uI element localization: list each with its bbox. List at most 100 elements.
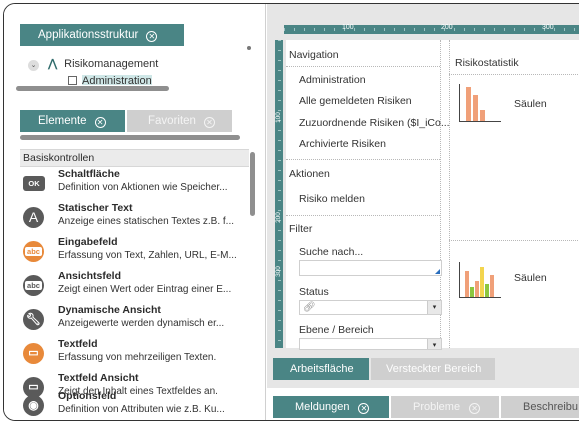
list-item-ansichtsfeld[interactable]: abc Ansichtsfeld Zeigt einen Wert oder E… — [20, 270, 249, 304]
list-item-statischer-text[interactable]: A Statischer Text Anzeige eines statisch… — [20, 202, 249, 236]
ruler-mark: 300 — [542, 24, 554, 31]
wrench-icon: 🔧︎ — [23, 309, 44, 330]
list-item-schaltflaeche[interactable]: OK Schaltfläche Definition von Aktionen … — [20, 168, 249, 202]
bar-chart-icon[interactable] — [459, 262, 501, 298]
app-window: Applikationsstruktur ✕ ⌄ ⋀ Risikomanageme… — [3, 3, 579, 421]
tree-item-label: Administration — [82, 75, 152, 85]
list-header: Basiskontrollen — [20, 149, 249, 167]
vertical-scrollbar[interactable] — [250, 152, 255, 216]
link-icon: 🔗︎ — [303, 302, 316, 313]
level-label: Ebene / Bereich — [299, 324, 374, 336]
item-description: Anzeigewerte werden dynamisch er... — [58, 318, 225, 329]
navigation-label: Navigation — [289, 49, 339, 61]
tab-label: Probleme — [413, 401, 461, 413]
item-title: Statischer Text — [58, 202, 133, 214]
ok-button-icon: OK — [23, 176, 45, 191]
ruler-mark: 100 — [342, 24, 354, 31]
item-description: Zeigt einen Wert oder Eintrag einer E... — [58, 284, 232, 295]
nav-link-archivierte-risiken[interactable]: Archivierte Risiken — [299, 138, 386, 150]
tab-elemente[interactable]: Elemente ✕ — [20, 110, 125, 132]
ruler-mark: 300 — [274, 266, 282, 277]
tab-applikationsstruktur[interactable]: Applikationsstruktur ✕ — [20, 24, 184, 46]
horizontal-scrollbar[interactable] — [16, 86, 169, 91]
tab-arbeitsflaeche[interactable]: Arbeitsfläche — [273, 358, 369, 380]
static-text-icon: A — [23, 207, 44, 228]
work-canvas[interactable]: Navigation Administration Alle gemeldete… — [286, 40, 579, 350]
input-field-icon: abc — [23, 241, 44, 262]
divider — [20, 135, 240, 140]
ruler-mark: 100 — [274, 112, 282, 123]
ruler-mark: 200 — [441, 24, 453, 31]
tab-label: Applikationsstruktur — [38, 29, 139, 41]
tab-label: Arbeitsfläche — [290, 363, 354, 375]
status-label: Status — [299, 286, 329, 298]
filter-label: Filter — [289, 223, 313, 235]
close-icon[interactable]: ✕ — [203, 117, 215, 128]
ruler-mark: 200 — [274, 212, 282, 223]
close-icon[interactable]: ✕ — [146, 31, 158, 42]
list-item-optionsfeld[interactable]: ◉ Optionsfeld Definition von Attributen … — [20, 390, 249, 420]
action-risiko-melden[interactable]: Risiko melden — [299, 193, 365, 205]
page-icon — [68, 76, 77, 85]
item-title: Schaltfläche — [58, 168, 120, 180]
search-label: Suche nach... — [299, 246, 364, 258]
item-title: Optionsfeld — [58, 390, 117, 402]
nav-link-alle-risiken[interactable]: Alle gemeldeten Risiken — [299, 95, 412, 107]
horizontal-ruler: 100 200 300 — [284, 24, 579, 34]
tab-favoriten[interactable]: Favoriten ✕ — [127, 110, 232, 132]
tab-label: Favoriten — [148, 115, 196, 127]
tab-probleme[interactable]: Probleme ✕ — [391, 396, 499, 418]
designer-panel: 100 200 300 100 200 300 Navigation Admin… — [267, 4, 579, 420]
list-item-eingabefeld[interactable]: abc Eingabefeld Erfassung von Text, Zahl… — [20, 236, 249, 270]
column-guide — [449, 40, 450, 348]
search-input[interactable] — [299, 260, 442, 276]
chevron-down-icon[interactable]: ⌄ — [28, 60, 39, 71]
item-description: Anzeige eines statischen Textes z.B. f..… — [58, 216, 235, 227]
level-select[interactable]: ▾ — [299, 338, 442, 350]
chart-label-saeulen: Säulen — [514, 272, 547, 284]
status-select[interactable]: 🔗︎ ▾ — [299, 300, 442, 315]
tab-beschreibung[interactable]: Beschreibu — [501, 396, 579, 418]
textarea-icon: ▭ — [23, 343, 44, 364]
item-title: Textfeld Ansicht — [58, 372, 139, 384]
actions-label: Aktionen — [289, 168, 330, 180]
row-guide — [286, 159, 440, 160]
tab-meldungen[interactable]: Meldungen ✕ — [273, 396, 389, 418]
tree-item-label: Risikomanagement — [64, 58, 159, 70]
item-description: Erfassung von mehrzeiligen Texten. — [58, 352, 217, 363]
list-item-dynamische-ansicht[interactable]: 🔧︎ Dynamische Ansicht Anzeigewerte werde… — [20, 304, 249, 338]
item-description: Definition von Aktionen wie Speicher... — [58, 182, 228, 193]
bar-chart-icon[interactable] — [459, 84, 501, 122]
radio-option-icon: ◉ — [23, 395, 44, 416]
chevron-down-icon[interactable]: ▾ — [427, 339, 441, 349]
tree-item-administration[interactable]: Administration — [68, 75, 152, 85]
item-description: Definition von Attributen wie z.B. Ku... — [58, 404, 225, 415]
tab-label: Meldungen — [295, 401, 350, 413]
nav-link-administration[interactable]: Administration — [299, 74, 366, 86]
tab-label: Beschreibu — [523, 401, 579, 413]
list-item-textfeld[interactable]: ▭ Textfeld Erfassung von mehrzeiligen Te… — [20, 338, 249, 372]
row-guide — [449, 240, 579, 241]
tab-label: Versteckter Bereich — [386, 363, 482, 375]
vertical-ruler: 100 200 300 — [275, 40, 283, 348]
stats-title: Risikostatistik — [455, 57, 519, 69]
view-field-icon: abc — [23, 275, 44, 296]
chart-label-saeulen: Säulen — [514, 98, 547, 110]
row-guide — [286, 215, 440, 216]
tree-item-risikomanagement[interactable]: ⌄ ⋀ Risikomanagement — [28, 57, 158, 71]
nav-link-zuzuordnende-risiken[interactable]: Zuzuordnende Risiken ($I_iCo... — [299, 117, 450, 129]
app-structure-icon: ⋀ — [48, 58, 58, 70]
item-title: Eingabefeld — [58, 236, 118, 248]
tab-versteckter-bereich[interactable]: Versteckter Bereich — [371, 358, 495, 380]
item-title: Ansichtsfeld — [58, 270, 122, 282]
left-panel: Applikationsstruktur ✕ ⌄ ⋀ Risikomanageme… — [4, 4, 266, 420]
close-icon[interactable]: ✕ — [94, 117, 106, 128]
row-guide — [286, 66, 440, 67]
row-guide — [449, 74, 579, 75]
chevron-down-icon[interactable]: ▾ — [427, 301, 441, 314]
item-title: Textfeld — [58, 338, 98, 350]
close-icon[interactable]: ✕ — [469, 403, 481, 414]
tree-vscroll-dot[interactable] — [247, 46, 251, 50]
item-description: Erfassung von Text, Zahlen, URL, E-M... — [58, 250, 237, 261]
close-icon[interactable]: ✕ — [358, 403, 370, 414]
